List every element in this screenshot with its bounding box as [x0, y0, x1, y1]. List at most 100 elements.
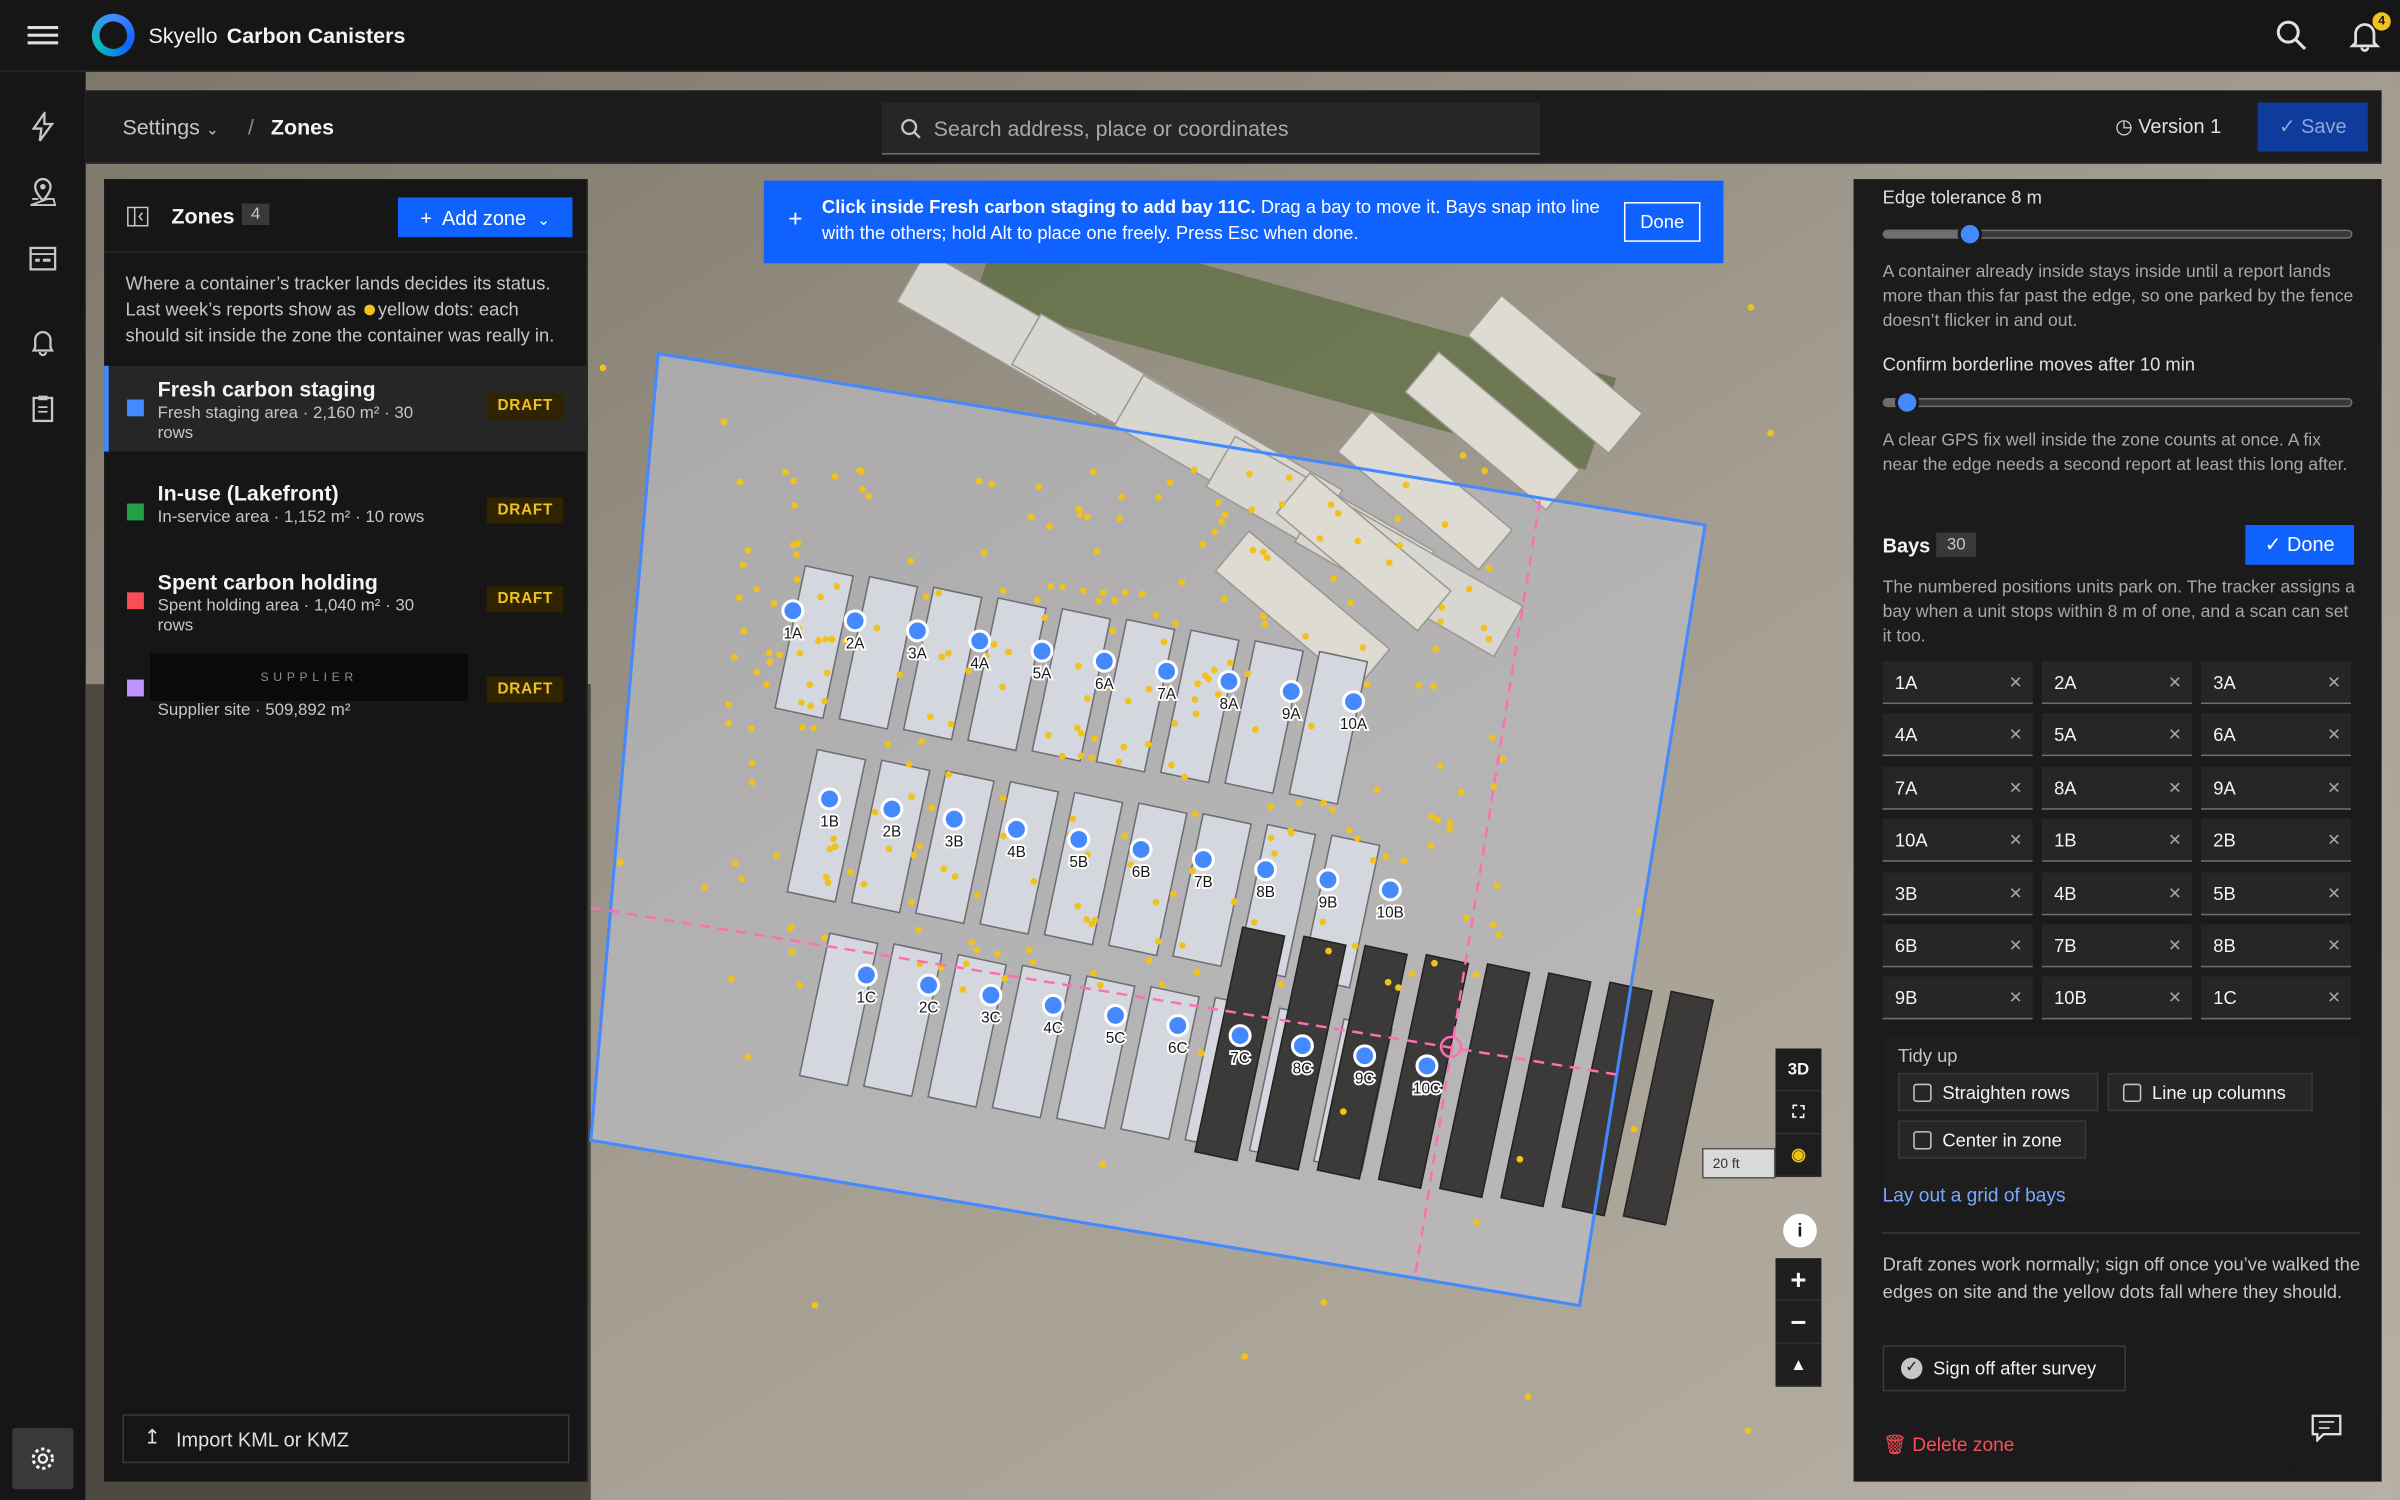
map-pin-icon[interactable]	[28, 176, 59, 207]
add-zone-button[interactable]: + Add zone ⌄	[397, 197, 573, 238]
zoom-out-button[interactable]: −	[1775, 1301, 1822, 1344]
clipboard-icon[interactable]	[28, 393, 59, 424]
bay-field[interactable]: 2A ×	[2041, 661, 2192, 705]
close-icon[interactable]: ×	[2009, 827, 2022, 851]
close-icon[interactable]: ×	[2328, 985, 2341, 1009]
bay-marker-label: 8A	[1220, 696, 1240, 713]
close-icon[interactable]: ×	[2169, 879, 2182, 903]
bay-field[interactable]: 5B ×	[2201, 871, 2352, 915]
bay-marker-8A	[1217, 669, 1241, 693]
draft-help-text: Draft zones work normally; sign off once…	[1882, 1253, 2361, 1303]
bay-field[interactable]: 8B ×	[2201, 924, 2352, 968]
dashboard-icon[interactable]	[28, 243, 59, 274]
tracker-report-dot	[928, 804, 936, 811]
tracker-report-dot	[776, 651, 783, 659]
line-up-columns-button[interactable]: Line up columns	[2107, 1072, 2313, 1112]
close-icon[interactable]: ×	[2169, 985, 2182, 1009]
zone-item-in-use-lakefront[interactable]: In-use (Lakefront) In-service area · 1,1…	[104, 470, 588, 556]
bay-field[interactable]: 1B ×	[2041, 819, 2192, 863]
close-icon[interactable]: ×	[2009, 932, 2022, 956]
close-icon[interactable]: ×	[2169, 932, 2182, 956]
close-icon[interactable]: ×	[2328, 879, 2341, 903]
alerts-icon[interactable]	[28, 326, 59, 357]
delete-zone-button[interactable]: 🗑 Delete zone	[1883, 1434, 2015, 1457]
lay-out-grid-link[interactable]: Lay out a grid of bays	[1883, 1185, 2066, 1206]
bay-field[interactable]: 9B ×	[1882, 977, 2033, 1020]
search-input[interactable]	[933, 102, 1531, 155]
bay-field[interactable]: 3B ×	[1882, 871, 2033, 915]
save-button[interactable]: ✓ Save	[2257, 102, 2368, 152]
version-selector[interactable]: ◷ Version 1	[2115, 115, 2221, 139]
edge-tolerance-help: A container already inside stays inside …	[1882, 263, 2354, 331]
menu-icon[interactable]	[27, 21, 59, 49]
bay-field[interactable]: 7A ×	[1882, 766, 2033, 810]
close-icon[interactable]: ×	[2169, 827, 2182, 851]
close-icon[interactable]: ×	[2328, 827, 2341, 851]
tracker-report-dot	[1489, 921, 1497, 929]
close-icon[interactable]: ×	[2169, 669, 2182, 693]
bay-field[interactable]: 8A ×	[2041, 766, 2192, 810]
banner-done-button[interactable]: Done	[1623, 202, 1701, 242]
tracker-report-dot	[1287, 827, 1294, 835]
tracker-report-dot	[817, 593, 824, 601]
location-search[interactable]	[881, 102, 1540, 155]
bay-field[interactable]: 2B ×	[2201, 819, 2352, 863]
tracker-report-dot	[1074, 724, 1081, 732]
bay-field[interactable]: 1A ×	[1882, 661, 2033, 705]
bays-done-button[interactable]: ✓ Done	[2245, 524, 2355, 565]
close-icon[interactable]: ×	[2009, 879, 2022, 903]
settings-button[interactable]	[12, 1428, 74, 1490]
bay-field[interactable]: 5A ×	[2041, 713, 2192, 757]
close-icon[interactable]: ×	[2328, 932, 2341, 956]
slider-handle[interactable]	[1957, 221, 1983, 247]
bay-field[interactable]: 9A ×	[2201, 766, 2352, 810]
bay-marker-7A	[1155, 659, 1179, 683]
tracker-report-dot	[1437, 618, 1444, 626]
close-icon[interactable]: ×	[2169, 722, 2182, 746]
bay-field[interactable]: 4B ×	[2041, 871, 2192, 915]
search-icon[interactable]	[2274, 18, 2308, 52]
breadcrumb-settings[interactable]: Settings ⌄	[122, 115, 218, 139]
close-icon[interactable]: ×	[2328, 669, 2341, 693]
close-icon[interactable]: ×	[2169, 774, 2182, 798]
bay-marker-label: 10A	[1340, 716, 1368, 733]
bay-marker-5B	[1067, 827, 1091, 851]
bay-field[interactable]: 6A ×	[2201, 713, 2352, 757]
close-icon[interactable]: ×	[2328, 722, 2341, 746]
collapse-panel-icon[interactable]	[127, 206, 149, 227]
close-icon[interactable]: ×	[2009, 774, 2022, 798]
close-icon[interactable]: ×	[2009, 669, 2022, 693]
bay-field[interactable]: 1C ×	[2201, 977, 2352, 1020]
tracker-report-dot	[740, 627, 748, 635]
bay-field[interactable]: 7B ×	[2041, 924, 2192, 968]
confirm-moves-slider[interactable]	[1882, 390, 2353, 415]
zone-item-supplier[interactable]: SUPPLIER Supplier site · 509,892 m² DRAF…	[104, 647, 588, 733]
edge-tolerance-slider[interactable]	[1882, 221, 2353, 247]
close-icon[interactable]: ×	[2009, 985, 2022, 1009]
zoom-in-button[interactable]: +	[1775, 1258, 1822, 1302]
info-icon[interactable]: i	[1783, 1213, 1817, 1248]
sign-off-button[interactable]: ✓ Sign off after survey	[1882, 1345, 2127, 1392]
close-icon[interactable]: ×	[2009, 722, 2022, 746]
straighten-rows-button[interactable]: Straighten rows	[1897, 1072, 2099, 1112]
fit-bounds-button[interactable]: ⛶	[1775, 1091, 1822, 1135]
bay-marker-7B	[1191, 848, 1215, 872]
bay-field[interactable]: 10A ×	[1882, 819, 2033, 863]
close-icon[interactable]: ×	[2328, 774, 2341, 798]
bay-field[interactable]: 4A ×	[1882, 713, 2033, 757]
3d-toggle-button[interactable]: 3D	[1775, 1048, 1822, 1092]
slider-handle[interactable]	[1894, 390, 1920, 415]
compass-button[interactable]: ▲	[1775, 1343, 1822, 1387]
bay-field[interactable]: 3A ×	[2201, 661, 2352, 705]
lightning-icon[interactable]	[28, 111, 59, 143]
import-kml-button[interactable]: ↥ Import KML or KMZ	[122, 1414, 570, 1464]
zone-item-fresh-carbon-staging[interactable]: Fresh carbon staging Fresh staging area …	[104, 365, 588, 452]
bay-field[interactable]: 6B ×	[1882, 924, 2033, 968]
bay-field[interactable]: 10B ×	[2041, 977, 2192, 1020]
zone-color-swatch	[127, 503, 144, 521]
zone-item-spent-carbon-holding[interactable]: Spent carbon holding Spent holding area …	[104, 559, 588, 645]
center-in-zone-button[interactable]: Center in zone	[1897, 1120, 2087, 1159]
visibility-toggle-button[interactable]: ◉	[1775, 1134, 1822, 1178]
tracker-report-dot	[1480, 624, 1488, 632]
feedback-button[interactable]	[2289, 1388, 2364, 1468]
